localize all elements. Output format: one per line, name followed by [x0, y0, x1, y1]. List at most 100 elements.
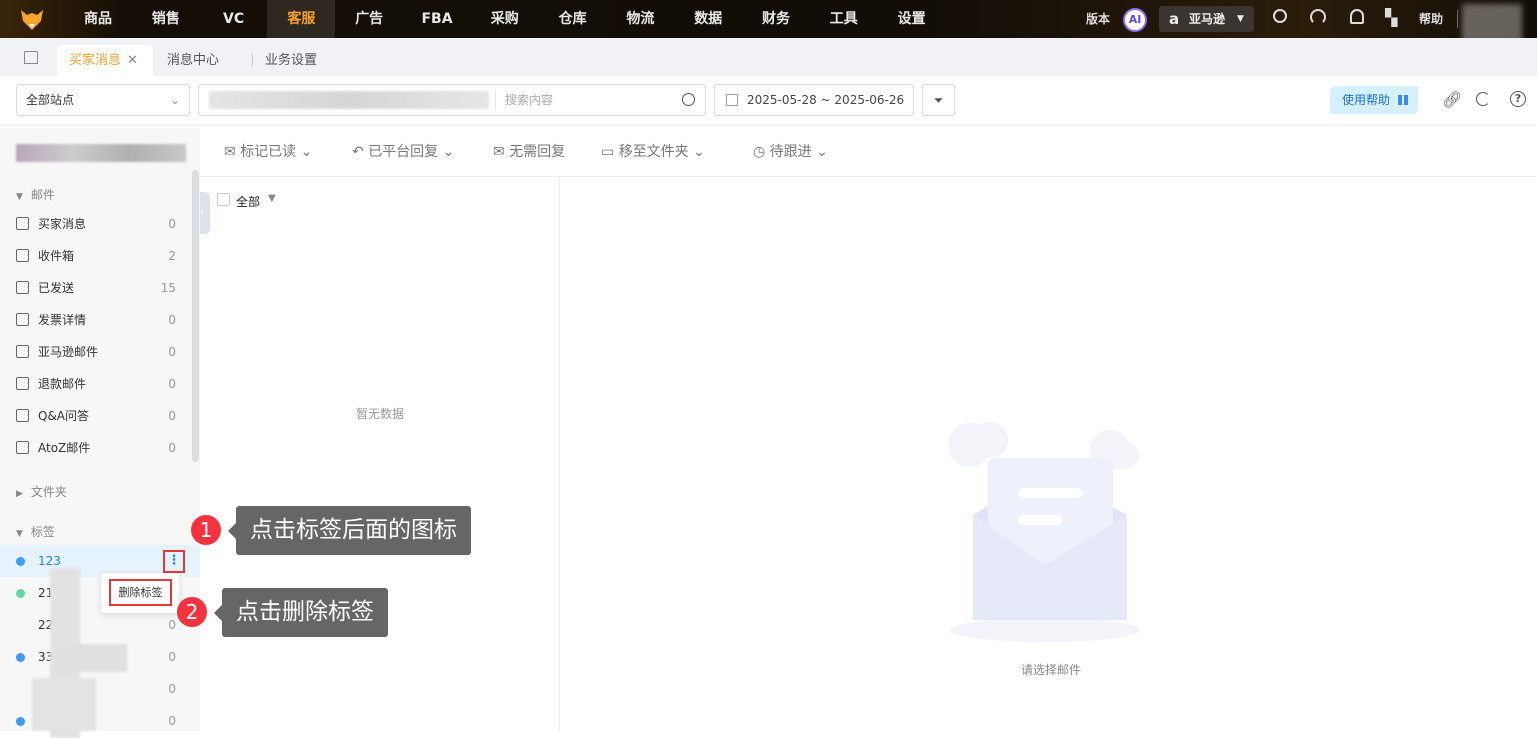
sidebar-scrollbar[interactable]	[192, 170, 199, 462]
marketplace-select[interactable]: a 亚马逊 ▼	[1159, 6, 1254, 32]
tag-more-icon[interactable]: ⋮	[163, 550, 185, 573]
search-icon[interactable]	[1273, 9, 1287, 23]
nav-item[interactable]: FBA	[403, 0, 471, 38]
nav-item[interactable]: 设置	[878, 0, 946, 38]
bell-icon[interactable]	[1350, 9, 1364, 24]
item-count: 0	[168, 217, 176, 231]
move-folder-button[interactable]: ▭ 移至文件夹 ⌄	[601, 128, 705, 176]
amazon-icon: a	[1169, 10, 1180, 28]
refresh-icon[interactable]	[1476, 92, 1490, 106]
link-icon[interactable]: 🔗︎	[1442, 90, 1462, 109]
search-input[interactable]: 搜索内容	[198, 84, 706, 116]
search-placeholder: 搜索内容	[505, 93, 554, 107]
nav-item[interactable]: 仓库	[539, 0, 607, 38]
date-range-value: 2025-05-28 ~ 2025-06-26	[747, 93, 905, 107]
refund-icon	[16, 377, 29, 390]
group-label: 标签	[30, 525, 55, 539]
sidebar: ▼ 邮件 买家消息 0 收件箱 2 已发送 15 发票详情 0 亚马逊邮件 0 退款邮件 0 Q&A问答 0…	[0, 128, 200, 738]
collapse-sidebar-handle[interactable]: ‹	[200, 192, 210, 234]
select-all-label: 全部	[236, 195, 261, 209]
button-label: 标记已读	[240, 144, 297, 160]
divider	[252, 53, 253, 67]
item-count: 2	[168, 249, 176, 263]
filter-button[interactable]: ⏷	[922, 84, 955, 116]
filter-bar: 全部站点 ⌄ 搜索内容 2025-05-28 ~ 2025-06-26 ⏷ 使用帮…	[0, 76, 1537, 126]
folder-group-header[interactable]: ▶ 文件夹	[16, 483, 67, 500]
sent-icon	[16, 281, 29, 294]
headset-icon[interactable]	[1310, 9, 1326, 25]
caret-right-icon: ▶	[16, 489, 23, 499]
action-toolbar: ✉︎ 标记已读 ⌄ ↶ 已平台回复 ⌄ ✉︎ 无需回复 ▭ 移至文件夹 ⌄ ◷ …	[200, 128, 1537, 177]
search-icon[interactable]	[682, 93, 695, 106]
tab-buyer-messages[interactable]: 买家消息 ✕	[57, 45, 153, 76]
logo-icon[interactable]	[20, 7, 44, 31]
annotation-badge-1: 1	[191, 515, 221, 545]
sidebar-item[interactable]: 退款邮件 0	[0, 368, 192, 400]
help-link[interactable]: 帮助	[1419, 0, 1443, 38]
divider	[559, 177, 560, 731]
usage-help-button[interactable]: 使用帮助	[1330, 86, 1418, 114]
item-count: 0	[168, 377, 176, 391]
tag-group-header[interactable]: ▼ 标签	[16, 523, 55, 540]
tab-message-center[interactable]: 消息中心	[167, 45, 219, 76]
tag-item[interactable]: 22 0	[0, 609, 192, 641]
marketplace-label: 亚马逊	[1189, 12, 1226, 26]
item-label: 发票详情	[38, 313, 87, 327]
nav-item[interactable]: 财务	[742, 0, 810, 38]
empty-detail-text: 请选择邮件	[1021, 663, 1082, 677]
item-count: 0	[168, 409, 176, 423]
mark-read-button[interactable]: ✉︎ 标记已读 ⌄	[224, 128, 312, 176]
tab-business-settings[interactable]: 业务设置	[265, 45, 317, 76]
annotation-badge-2: 2	[177, 597, 207, 627]
sidebar-item[interactable]: 买家消息 0	[0, 208, 192, 240]
nav-item[interactable]: 客服	[267, 0, 336, 38]
help-icon[interactable]: ?	[1510, 91, 1526, 107]
ai-button[interactable]: AI	[1123, 8, 1147, 32]
sidebar-item[interactable]: 发票详情 0	[0, 304, 192, 336]
nav-item[interactable]: 物流	[606, 0, 674, 38]
no-reply-button[interactable]: ✉︎ 无需回复	[493, 128, 565, 176]
tag-color-dot	[16, 653, 25, 662]
nav-item[interactable]: 广告	[335, 0, 403, 38]
group-label: 邮件	[30, 188, 55, 202]
sidebar-item[interactable]: 已发送 15	[0, 272, 192, 304]
user-avatar[interactable]	[1462, 4, 1522, 42]
divider	[1457, 10, 1458, 28]
redacted-area	[55, 644, 127, 672]
select-all-checkbox[interactable]	[217, 193, 230, 206]
group-label: 文件夹	[30, 485, 67, 499]
follow-up-button[interactable]: ◷ 待跟进 ⌄	[753, 128, 828, 176]
nav-item[interactable]: 销售	[132, 0, 200, 38]
nav-item[interactable]: 商品	[64, 0, 132, 38]
nav-item[interactable]: 采购	[471, 0, 539, 38]
sidebar-item[interactable]: 亚马逊邮件 0	[0, 336, 192, 368]
item-count: 15	[160, 281, 176, 295]
delete-tag-menu-item[interactable]: 删除标签	[109, 579, 172, 606]
nav-item[interactable]: VC	[200, 0, 268, 38]
nav-item[interactable]: 工具	[810, 0, 878, 38]
home-icon[interactable]	[24, 51, 38, 64]
annotation-callout-2: 点击删除标签	[214, 588, 388, 637]
caret-down-icon[interactable]: ▼	[268, 193, 276, 204]
apps-grid-icon[interactable]: ▚	[1385, 10, 1397, 26]
sidebar-item[interactable]: 收件箱 2	[0, 240, 192, 272]
platform-replied-button[interactable]: ↶ 已平台回复 ⌄	[352, 128, 454, 176]
mail-group-header[interactable]: ▼ 邮件	[16, 186, 55, 203]
tag-item[interactable]: 0	[0, 673, 192, 705]
site-select[interactable]: 全部站点 ⌄	[16, 84, 190, 116]
annotation-callout-1: 点击标签后面的图标	[228, 506, 471, 555]
tag-item[interactable]: 0	[0, 705, 192, 737]
tag-count: 0	[168, 682, 176, 696]
close-icon[interactable]: ✕	[127, 53, 138, 68]
sidebar-item[interactable]: AtoZ邮件 0	[0, 432, 192, 464]
version-link[interactable]: 版本	[1086, 0, 1110, 38]
sidebar-item[interactable]: Q&A问答 0	[0, 400, 192, 432]
tag-color-dot	[16, 589, 25, 598]
invoice-icon	[16, 313, 29, 326]
usage-help-label: 使用帮助	[1342, 93, 1391, 107]
nav-item[interactable]: 数据	[674, 0, 742, 38]
redacted-field	[209, 91, 489, 109]
chat-icon	[16, 217, 29, 230]
button-label: 待跟进	[769, 144, 812, 160]
date-range-picker[interactable]: 2025-05-28 ~ 2025-06-26	[714, 84, 914, 116]
